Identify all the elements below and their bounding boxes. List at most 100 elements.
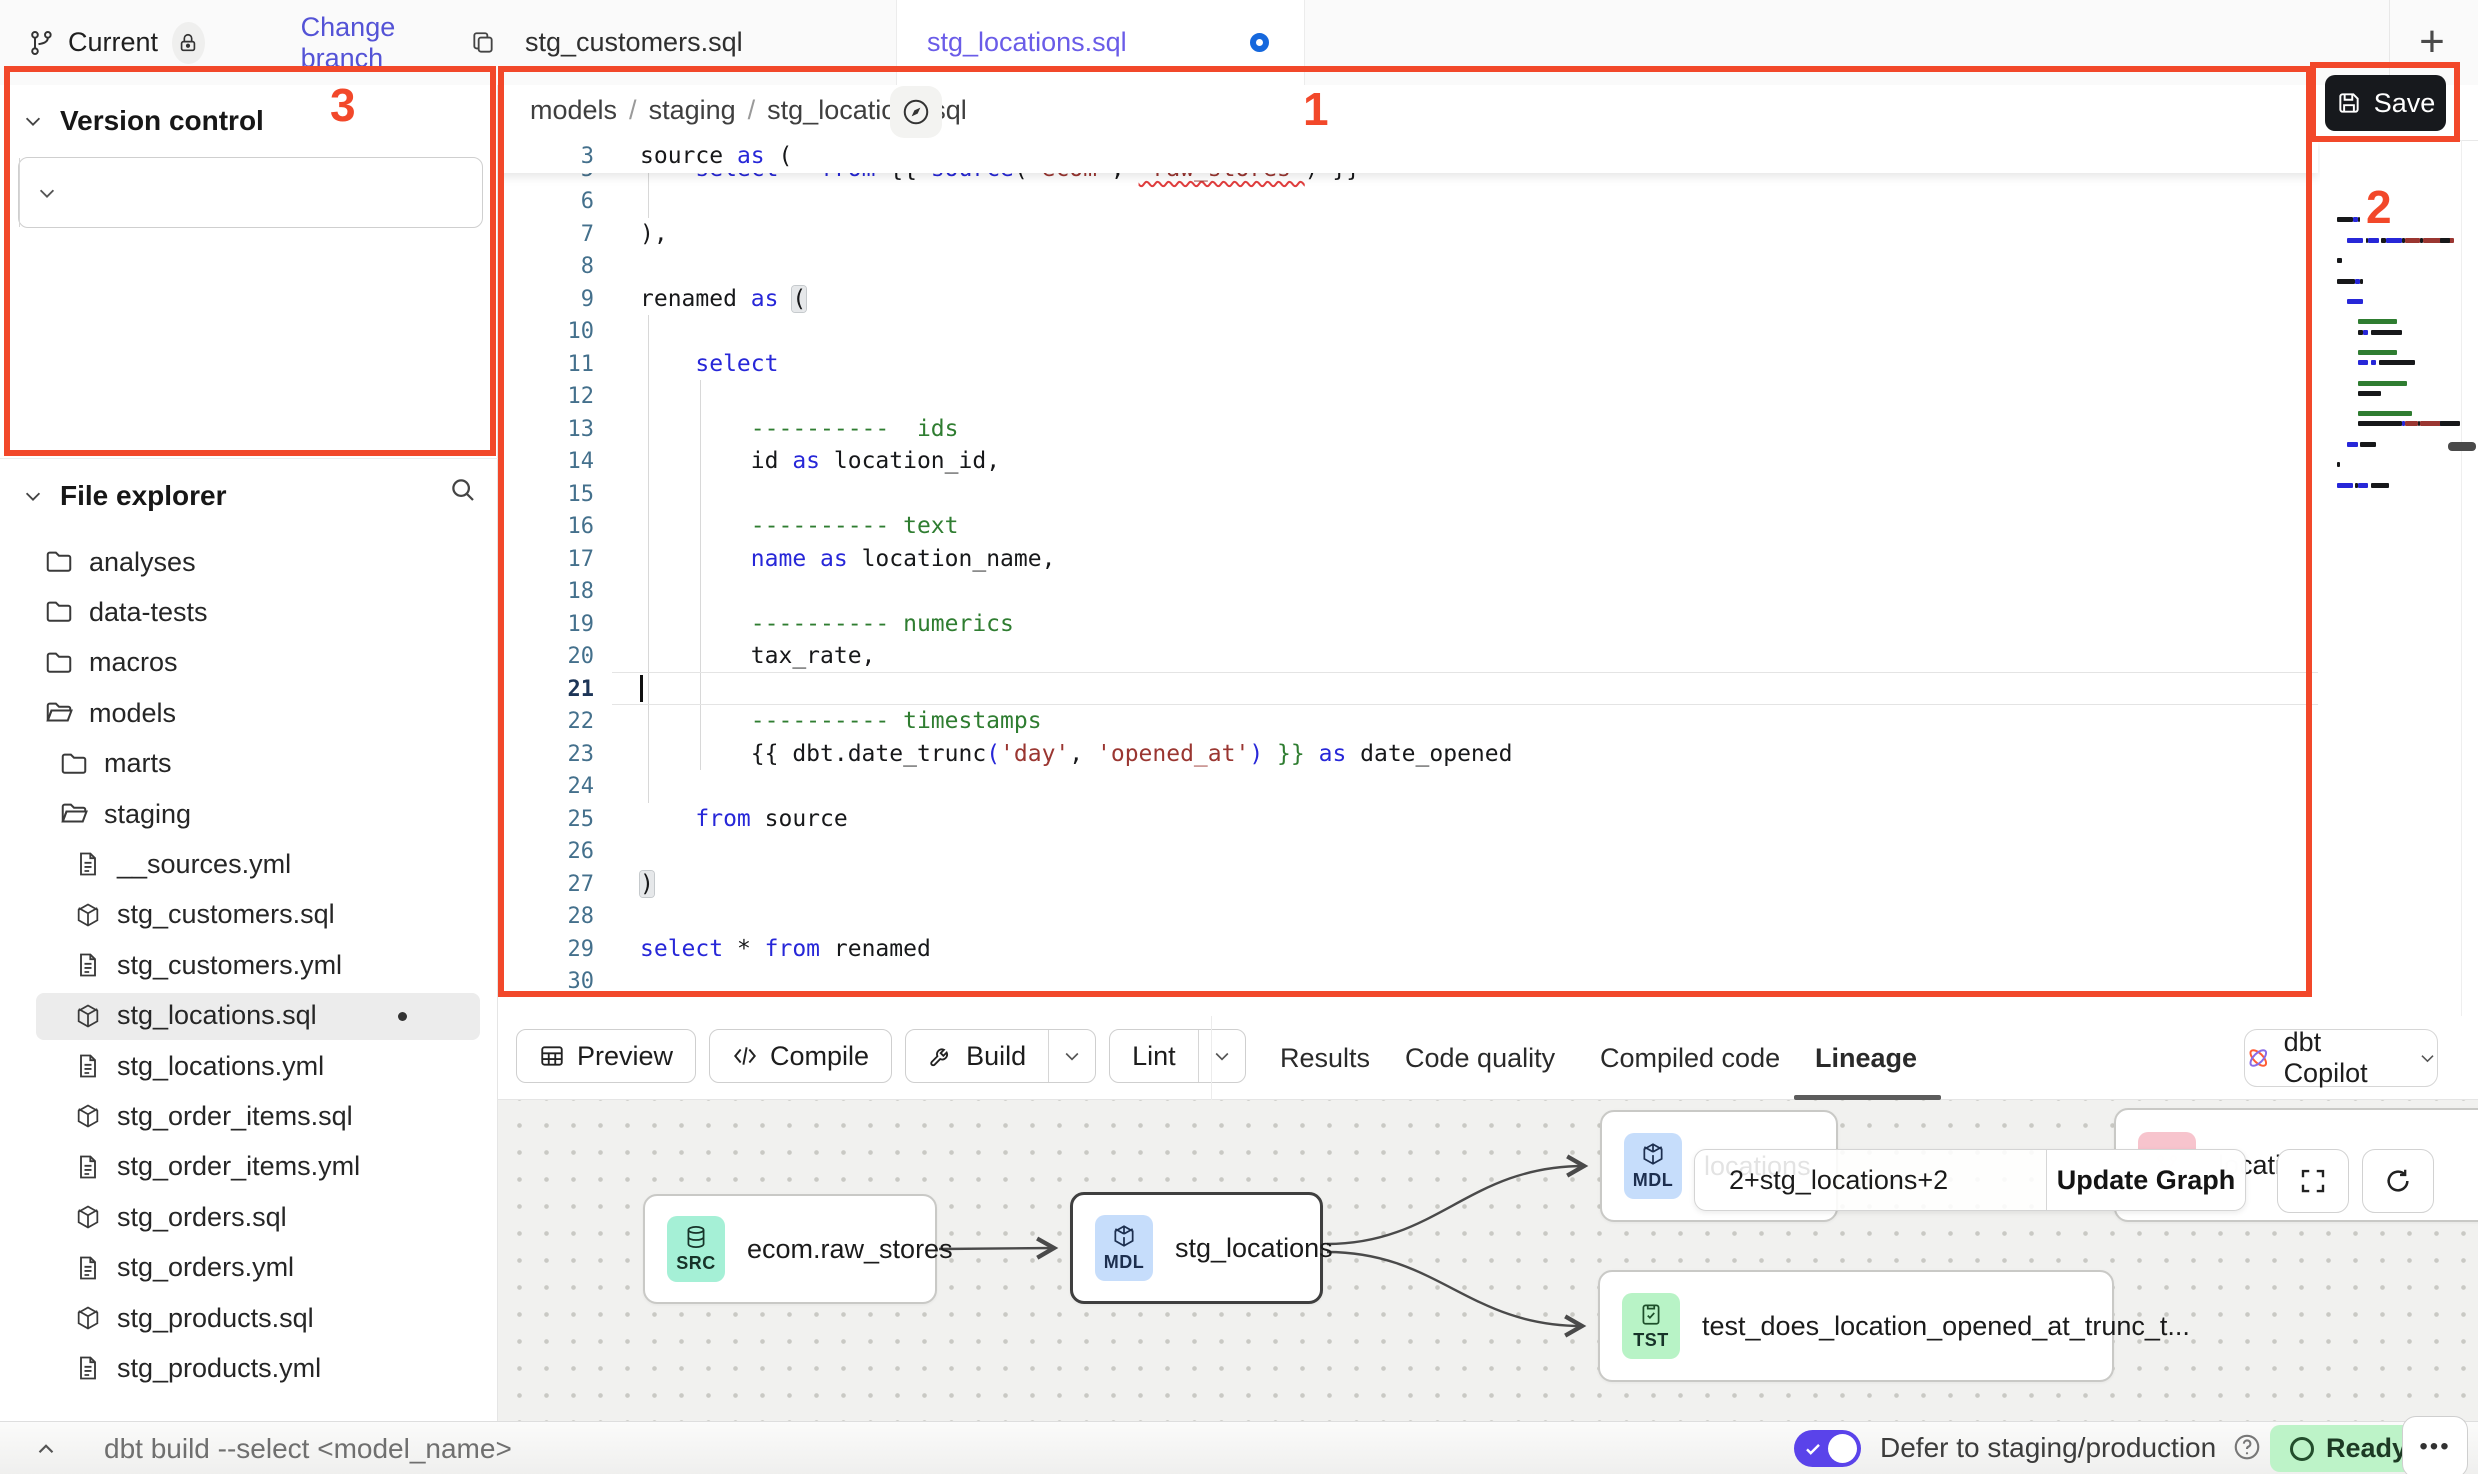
copilot-label: dbt Copilot — [2284, 1027, 2406, 1089]
lint-button[interactable]: Lint — [1109, 1029, 1246, 1083]
change-branch-link[interactable]: Change branch — [301, 12, 444, 74]
code-line-13[interactable]: 13 ---------- ids — [498, 413, 2318, 446]
refresh-button[interactable] — [2362, 1149, 2434, 1213]
code-line-24[interactable]: 24 — [498, 770, 2318, 803]
code-line-11[interactable]: 11 select — [498, 348, 2318, 381]
compass-icon — [901, 97, 931, 127]
compile-button[interactable]: Compile — [709, 1029, 892, 1083]
file-tree-item-stg-products-yml[interactable]: stg_products.yml — [0, 1343, 498, 1393]
more-options-button[interactable]: ••• — [2402, 1416, 2468, 1474]
copilot-compass-button[interactable] — [890, 86, 942, 138]
file-tree-item-stg-order-items-yml[interactable]: stg_order_items.yml — [0, 1142, 498, 1192]
copy-icon[interactable] — [470, 30, 496, 56]
code-line-10[interactable]: 10 — [498, 315, 2318, 348]
code-line-6[interactable]: 6 — [498, 185, 2318, 218]
code-line-20[interactable]: 20 tax_rate, — [498, 640, 2318, 673]
dbt-copilot-button[interactable]: dbt Copilot — [2244, 1029, 2438, 1087]
create-branch-dropdown[interactable] — [19, 158, 74, 227]
code-line-23[interactable]: 23 {{ dbt.date_trunc('day', 'opened_at')… — [498, 738, 2318, 771]
lint-dropdown[interactable] — [1198, 1030, 1245, 1082]
file-explorer-header[interactable]: File explorer — [22, 480, 227, 512]
file-name: stg_locations.sql — [117, 1000, 317, 1031]
code-line-16[interactable]: 16 ---------- text — [498, 510, 2318, 543]
breadcrumb-models[interactable]: models — [530, 95, 617, 126]
file-tree-item-macros[interactable]: macros — [0, 638, 498, 688]
tab-stg-customers[interactable]: stg_customers.sql — [496, 0, 897, 85]
code-line-26[interactable]: 26 — [498, 835, 2318, 868]
file-tree-item-stg-customers-yml[interactable]: stg_customers.yml — [0, 940, 498, 990]
code-line-15[interactable]: 15 — [498, 478, 2318, 511]
doc-icon — [74, 850, 102, 878]
status-bar: dbt build --select <model_name> Defer to… — [0, 1421, 2478, 1474]
preview-button[interactable]: Preview — [516, 1029, 696, 1083]
lineage-node-stg-locations[interactable]: MDL stg_locations — [1070, 1192, 1323, 1304]
help-icon[interactable] — [2232, 1432, 2262, 1462]
code-line-27[interactable]: 27) — [498, 868, 2318, 901]
file-tree-item-stg-locations-yml[interactable]: stg_locations.yml — [0, 1041, 498, 1091]
lineage-selector-input[interactable]: 2+stg_locations+2 — [1695, 1150, 2046, 1210]
code-line-30[interactable]: 30 — [498, 965, 2318, 996]
file-tree-item-stg-order-items-sql[interactable]: stg_order_items.sql — [0, 1091, 498, 1141]
code-line-12[interactable]: 12 — [498, 380, 2318, 413]
lineage-canvas[interactable]: MDL locations locations — [498, 1100, 2478, 1421]
pane-resize-handle[interactable] — [2448, 442, 2476, 451]
save-button[interactable]: Save — [2325, 75, 2446, 131]
line-number: 16 — [498, 510, 612, 543]
create-branch-button[interactable]: Create branch — [18, 157, 483, 228]
ready-label: Ready — [2326, 1433, 2407, 1464]
build-button[interactable]: Build — [905, 1029, 1096, 1083]
code-line-28[interactable]: 28 — [498, 900, 2318, 933]
collapse-panel-button[interactable] — [24, 1434, 68, 1464]
tab-compiled-code[interactable]: Compiled code — [1600, 1016, 1780, 1100]
fullscreen-button[interactable] — [2277, 1149, 2349, 1213]
line-content: ---------- numerics — [612, 608, 1014, 641]
code-line-7[interactable]: 7), — [498, 218, 2318, 251]
file-tree-item-stg-products-sql[interactable]: stg_products.sql — [0, 1293, 498, 1343]
minimap[interactable] — [2320, 140, 2460, 1071]
line-number: 13 — [498, 413, 612, 446]
command-input[interactable]: dbt build --select <model_name> — [104, 1433, 512, 1465]
file-tree-item--sources-yml[interactable]: __sources.yml — [0, 839, 498, 889]
lineage-node-source[interactable]: SRC ecom.raw_stores — [643, 1194, 937, 1304]
file-tree-item-data-tests[interactable]: data-tests — [0, 587, 498, 637]
search-icon[interactable] — [448, 475, 478, 505]
file-tree-item-staging[interactable]: staging — [0, 789, 498, 839]
update-graph-button[interactable]: Update Graph — [2046, 1150, 2245, 1210]
file-name: stg_products.yml — [117, 1353, 321, 1384]
code-line-21[interactable]: 21 — [498, 673, 2318, 706]
code-line-17[interactable]: 17 name as location_name, — [498, 543, 2318, 576]
code-line-18[interactable]: 18 — [498, 575, 2318, 608]
file-tree-item-stg-orders-sql[interactable]: stg_orders.sql — [0, 1192, 498, 1242]
folder-open-icon — [59, 799, 89, 829]
new-tab-button[interactable]: + — [2404, 14, 2460, 70]
tab-results[interactable]: Results — [1280, 1016, 1370, 1100]
line-number: 29 — [498, 933, 612, 966]
code-line-9[interactable]: 9renamed as ( — [498, 283, 2318, 316]
code-line-19[interactable]: 19 ---------- numerics — [498, 608, 2318, 641]
breadcrumb-staging[interactable]: staging — [649, 95, 736, 126]
lineage-node-test[interactable]: TST test_does_location_opened_at_trunc_t… — [1598, 1270, 2114, 1382]
code-line-3[interactable]: 3source as ( — [498, 140, 2318, 173]
version-control-header[interactable]: Version control — [22, 105, 264, 137]
tab-code-quality[interactable]: Code quality — [1405, 1016, 1555, 1100]
build-dropdown[interactable] — [1048, 1030, 1095, 1082]
code-editor[interactable]: 3source as (5 select * from {{ source('e… — [498, 140, 2320, 996]
file-tree-item-marts[interactable]: marts — [0, 739, 498, 789]
tab-stg-locations-active[interactable]: stg_locations.sql — [897, 0, 1305, 85]
code-line-14[interactable]: 14 id as location_id, — [498, 445, 2318, 478]
code-line-29[interactable]: 29select * from renamed — [498, 933, 2318, 966]
tab-lineage-active[interactable]: Lineage — [1815, 1016, 1917, 1100]
floppy-disk-icon — [2336, 90, 2362, 116]
code-line-25[interactable]: 25 from source — [498, 803, 2318, 836]
compile-label: Compile — [770, 1041, 869, 1072]
code-line-22[interactable]: 22 ---------- timestamps — [498, 705, 2318, 738]
defer-toggle[interactable] — [1794, 1430, 1861, 1467]
file-tree-item-stg-orders-yml[interactable]: stg_orders.yml — [0, 1243, 498, 1293]
current-line-border — [612, 672, 2318, 673]
file-name: stg_orders.yml — [117, 1252, 294, 1283]
file-tree-item-stg-customers-sql[interactable]: stg_customers.sql — [0, 890, 498, 940]
file-tree-item-models[interactable]: models — [0, 688, 498, 738]
code-line-8[interactable]: 8 — [498, 250, 2318, 283]
file-tree-item-stg-locations-sql[interactable]: stg_locations.sql — [0, 991, 498, 1041]
file-tree-item-analyses[interactable]: analyses — [0, 537, 498, 587]
